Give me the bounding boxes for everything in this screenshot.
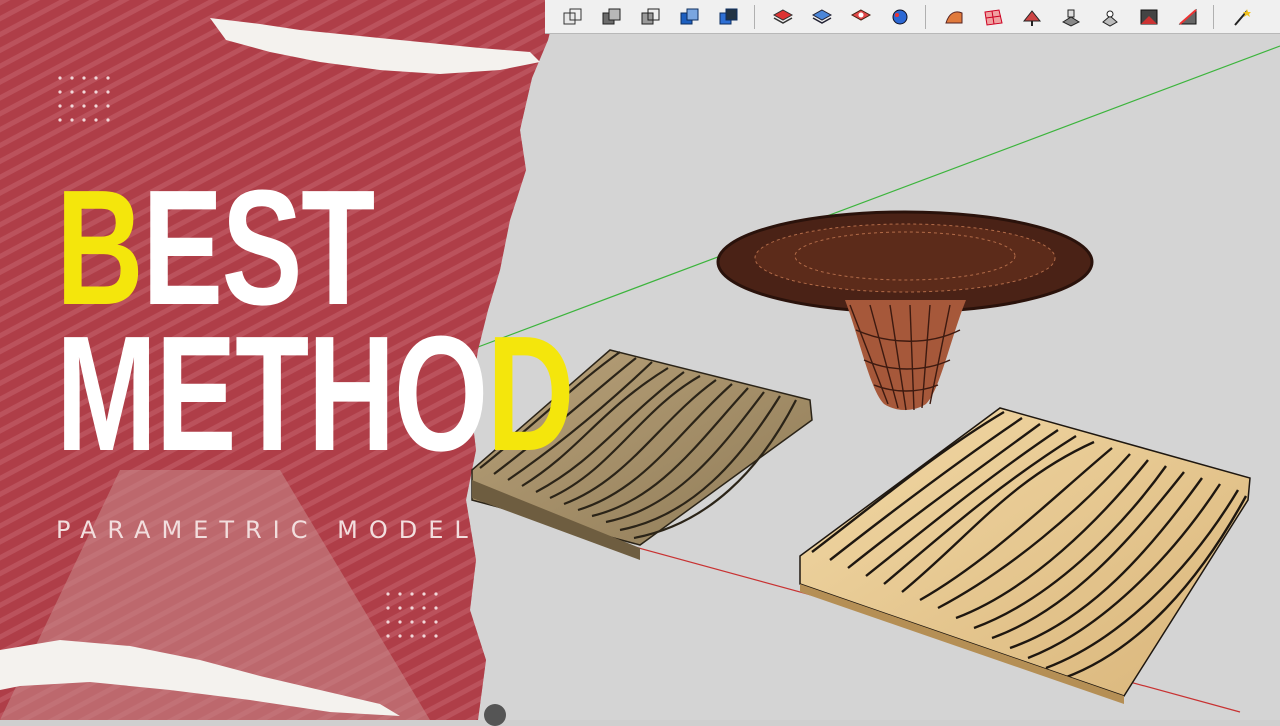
add-detail-icon[interactable] <box>1135 4 1163 30</box>
contour-panel-light[interactable] <box>799 407 1251 704</box>
paint-ball-icon[interactable] <box>886 4 914 30</box>
headline-accent-d: D <box>486 302 575 485</box>
toolbar-separator <box>754 4 755 29</box>
section-cut-icon[interactable] <box>598 4 626 30</box>
toolbar-separator <box>925 4 926 29</box>
display-section-icon[interactable] <box>676 4 704 30</box>
sandbox-from-scratch-icon[interactable] <box>979 4 1007 30</box>
magic-wand-icon[interactable] <box>1228 4 1256 30</box>
section-fill-icon[interactable] <box>637 4 665 30</box>
subtitle: PARAMETRIC MODEL <box>56 516 479 544</box>
toolbar <box>545 0 1280 34</box>
sandbox-from-contours-icon[interactable] <box>940 4 968 30</box>
layers-stack-icon[interactable] <box>769 4 797 30</box>
stamp-icon[interactable] <box>1057 4 1085 30</box>
model-viewport[interactable]: BEST METHOD PARAMETRIC MODEL <box>0 0 1280 726</box>
section-plane-icon[interactable] <box>559 4 587 30</box>
parametric-funnel[interactable] <box>716 210 1094 411</box>
headline-metho: METHO <box>56 302 488 485</box>
scroll-handle[interactable] <box>484 704 506 726</box>
flip-edge-icon[interactable] <box>1174 4 1202 30</box>
smoove-icon[interactable] <box>1018 4 1046 30</box>
layers-blue-icon[interactable] <box>808 4 836 30</box>
headline-line-2: METHOD <box>56 312 574 476</box>
section-cut-blue-icon[interactable] <box>715 4 743 30</box>
layers-red-icon[interactable] <box>847 4 875 30</box>
drape-icon[interactable] <box>1096 4 1124 30</box>
thumbnail-text-overlay: BEST METHOD PARAMETRIC MODEL <box>0 0 574 720</box>
toolbar-separator <box>1213 4 1214 29</box>
